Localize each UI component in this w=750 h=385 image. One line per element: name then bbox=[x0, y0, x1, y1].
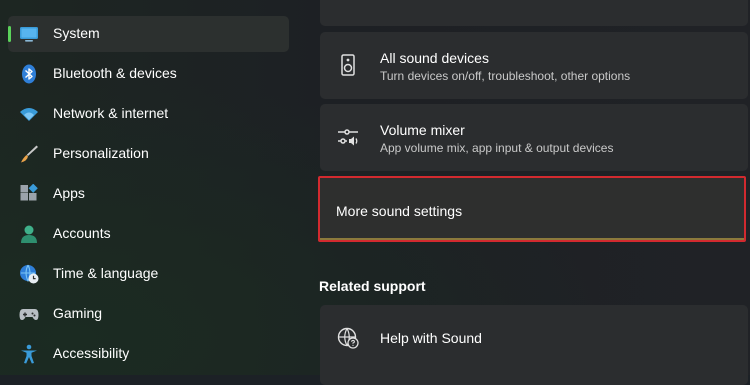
laptop-icon bbox=[19, 24, 39, 44]
sidebar-item-network[interactable]: Network & internet bbox=[8, 96, 289, 132]
selected-indicator bbox=[8, 26, 11, 42]
focus-underline bbox=[320, 238, 744, 240]
card-subtitle: App volume mix, app input & output devic… bbox=[380, 141, 614, 155]
person-icon bbox=[19, 224, 39, 244]
mixer-sliders-icon bbox=[337, 126, 359, 148]
apps-icon bbox=[19, 184, 39, 204]
globe-help-icon bbox=[337, 327, 359, 349]
sidebar-item-label: Personalization bbox=[53, 145, 149, 161]
card-subtitle: Turn devices on/off, troubleshoot, other… bbox=[380, 69, 631, 83]
globe-clock-icon bbox=[19, 264, 39, 284]
sidebar-item-apps[interactable]: Apps bbox=[8, 176, 289, 212]
speaker-icon bbox=[337, 54, 359, 76]
related-support-heading: Related support bbox=[319, 278, 426, 294]
more-sound-settings-card[interactable]: More sound settings bbox=[318, 176, 746, 242]
sidebar-item-gaming[interactable]: Gaming bbox=[8, 296, 289, 332]
sound-settings-content: All sound devices Turn devices on/off, t… bbox=[318, 0, 750, 385]
sidebar-item-personalization[interactable]: Personalization bbox=[8, 136, 289, 172]
paintbrush-icon bbox=[19, 144, 39, 164]
sidebar-item-time-language[interactable]: Time & language bbox=[8, 256, 289, 292]
sidebar-item-label: Accounts bbox=[53, 225, 111, 241]
sidebar-item-system[interactable]: System bbox=[8, 16, 289, 52]
sidebar-item-label: Time & language bbox=[53, 265, 159, 281]
sidebar-item-label: Bluetooth & devices bbox=[53, 65, 177, 81]
sidebar-item-label: Network & internet bbox=[53, 105, 169, 121]
sidebar-item-accounts[interactable]: Accounts bbox=[8, 216, 289, 252]
card-title: Help with Sound bbox=[380, 330, 482, 346]
volume-mixer-card[interactable]: Volume mixer App volume mix, app input &… bbox=[320, 104, 748, 171]
sidebar-item-label: Apps bbox=[53, 185, 85, 201]
card-title: More sound settings bbox=[336, 203, 463, 219]
gamepad-icon bbox=[19, 304, 39, 324]
settings-sidebar: System Bluetooth & devices Network & int… bbox=[0, 0, 300, 375]
sidebar-item-accessibility[interactable]: Accessibility bbox=[8, 336, 289, 372]
card-title: All sound devices bbox=[380, 50, 489, 66]
card-title: Volume mixer bbox=[380, 122, 465, 138]
sidebar-item-bluetooth[interactable]: Bluetooth & devices bbox=[8, 56, 289, 92]
sidebar-item-label: Gaming bbox=[53, 305, 103, 321]
wifi-icon bbox=[19, 104, 39, 124]
all-sound-devices-card[interactable]: All sound devices Turn devices on/off, t… bbox=[320, 32, 748, 99]
sidebar-item-label: Accessibility bbox=[53, 345, 130, 361]
sidebar-item-label: System bbox=[53, 25, 100, 41]
card-top-partial[interactable] bbox=[320, 0, 748, 26]
help-with-sound-card[interactable]: Help with Sound bbox=[320, 305, 748, 385]
bluetooth-icon bbox=[19, 64, 39, 84]
accessibility-icon bbox=[19, 344, 39, 364]
